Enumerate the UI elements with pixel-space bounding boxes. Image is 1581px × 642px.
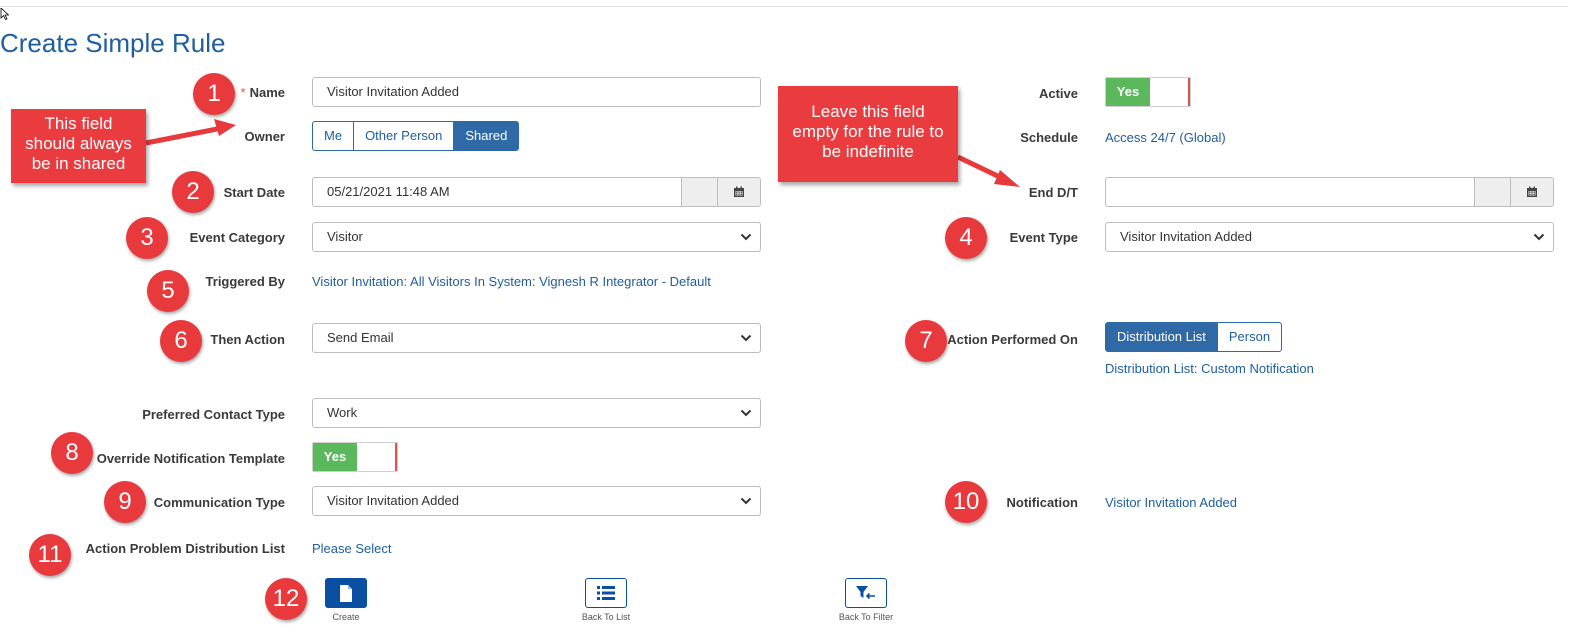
marker-12: 12 [265, 578, 307, 620]
marker-4: 4 [945, 217, 987, 259]
triggered-by-link[interactable]: Visitor Invitation: All Visitors In Syst… [312, 274, 711, 289]
marker-10: 10 [945, 481, 987, 523]
start-date-label: Start Date [223, 185, 285, 200]
action-performed-on-button-group: Distribution List Person [1105, 322, 1283, 352]
triggered-by-label: Triggered By [205, 274, 285, 289]
chevron-down-icon [740, 334, 752, 342]
owner-callout-line-2: should always [25, 134, 132, 153]
start-date-input[interactable]: 05/21/2021 11:48 AM [312, 177, 681, 207]
chevron-down-icon [740, 233, 752, 241]
override-notification-template-toggle[interactable]: Yes [312, 442, 398, 472]
arrow-to-end-dt [956, 154, 1020, 187]
active-label: Active [1038, 86, 1078, 101]
marker-7: 7 [905, 320, 947, 362]
marker-3: 3 [126, 217, 168, 259]
start-date-addon [681, 177, 717, 207]
action-problem-distribution-list-link[interactable]: Please Select [312, 541, 392, 556]
start-date-picker-button[interactable] [717, 177, 761, 207]
schedule-link[interactable]: Access 24/7 (Global) [1105, 130, 1226, 145]
active-toggle-handle [1150, 78, 1190, 106]
owner-callout-line-3: be in shared [31, 154, 126, 173]
schedule-label: Schedule [1020, 130, 1078, 145]
end-dt-callout-line-3: be indefinite [822, 142, 914, 161]
owner-callout: This field should always be in shared [11, 109, 146, 183]
back-to-filter-button-box [845, 578, 887, 608]
marker-5: 5 [147, 270, 189, 312]
calendar-icon [734, 186, 744, 197]
marker-11: 11 [29, 534, 71, 576]
event-category-label: Event Category [189, 230, 285, 245]
active-toggle-yes: Yes [1106, 78, 1150, 106]
preferred-contact-type-select[interactable]: Work [312, 398, 761, 428]
start-date-field: 05/21/2021 11:48 AM [312, 177, 761, 207]
create-button[interactable]: Create [316, 578, 376, 622]
marker-6: 6 [160, 320, 202, 362]
end-dt-picker-button[interactable] [1510, 177, 1554, 207]
then-action-select[interactable]: Send Email [312, 323, 761, 353]
end-dt-field [1105, 177, 1554, 207]
communication-type-label: Communication Type [153, 495, 285, 510]
back-to-filter-button[interactable]: Back To Filter [836, 578, 896, 622]
mouse-cursor-icon [0, 8, 9, 20]
create-button-box [325, 578, 367, 608]
end-dt-callout: Leave this field empty for the rule to b… [778, 86, 958, 182]
end-dt-callout-line-2: empty for the rule to [792, 122, 944, 141]
owner-me-button[interactable]: Me [312, 121, 355, 151]
name-label: * Name [240, 85, 285, 100]
back-to-list-caption: Back To List [581, 612, 631, 622]
document-icon [340, 584, 352, 602]
list-icon [597, 586, 615, 600]
event-type-select[interactable]: Visitor Invitation Added [1105, 222, 1554, 252]
then-action-label: Then Action [210, 332, 285, 347]
marker-8: 8 [51, 432, 93, 474]
filter-back-icon [856, 586, 875, 600]
create-caption: Create [332, 612, 360, 622]
communication-type-select[interactable]: Visitor Invitation Added [312, 486, 761, 516]
chevron-down-icon [740, 409, 752, 417]
event-category-select[interactable]: Visitor [312, 222, 761, 252]
person-button[interactable]: Person [1216, 322, 1283, 352]
active-toggle[interactable]: Yes [1105, 77, 1191, 107]
event-type-value: Visitor Invitation Added [1120, 229, 1253, 244]
override-toggle-handle [357, 443, 397, 471]
end-dt-input[interactable] [1105, 177, 1474, 207]
notification-link[interactable]: Visitor Invitation Added [1105, 495, 1237, 510]
marker-2: 2 [172, 171, 214, 213]
communication-type-value: Visitor Invitation Added [327, 493, 460, 508]
end-dt-addon [1474, 177, 1510, 207]
owner-callout-line-1: This field [44, 114, 113, 133]
owner-label: Owner [244, 129, 285, 144]
owner-other-person-button[interactable]: Other Person [353, 121, 455, 151]
end-dt-label: End D/T [1028, 185, 1078, 200]
notification-label: Notification [1006, 495, 1079, 510]
owner-shared-button[interactable]: Shared [453, 121, 520, 151]
end-dt-callout-line-1: Leave this field [811, 102, 925, 121]
event-type-label: Event Type [1009, 230, 1078, 245]
event-category-value: Visitor [327, 229, 363, 244]
page-title: Create Simple Rule [0, 28, 226, 58]
name-input[interactable]: Visitor Invitation Added [312, 77, 761, 107]
override-toggle-yes: Yes [313, 443, 357, 471]
action-problem-distribution-list-label: Action Problem Distribution List [85, 541, 285, 556]
back-to-list-button-box [585, 578, 627, 608]
then-action-value: Send Email [327, 330, 394, 345]
chevron-down-icon [1533, 233, 1545, 241]
back-to-filter-caption: Back To Filter [838, 612, 894, 622]
distribution-list-button[interactable]: Distribution List [1105, 322, 1218, 352]
arrow-to-owner [145, 119, 236, 146]
top-divider [0, 6, 1568, 7]
preferred-contact-type-value: Work [327, 405, 358, 420]
back-to-list-button[interactable]: Back To List [576, 578, 636, 622]
preferred-contact-type-label: Preferred Contact Type [142, 407, 285, 422]
distribution-list-detail-link[interactable]: Distribution List: Custom Notification [1105, 361, 1314, 376]
marker-1: 1 [193, 73, 235, 115]
marker-9: 9 [104, 481, 146, 523]
action-performed-on-label: Action Performed On [947, 332, 1078, 347]
override-notification-template-label: Override Notification Template [96, 451, 285, 466]
chevron-down-icon [740, 497, 752, 505]
owner-button-group: Me Other Person Shared [312, 121, 520, 151]
calendar-icon [1527, 186, 1537, 197]
